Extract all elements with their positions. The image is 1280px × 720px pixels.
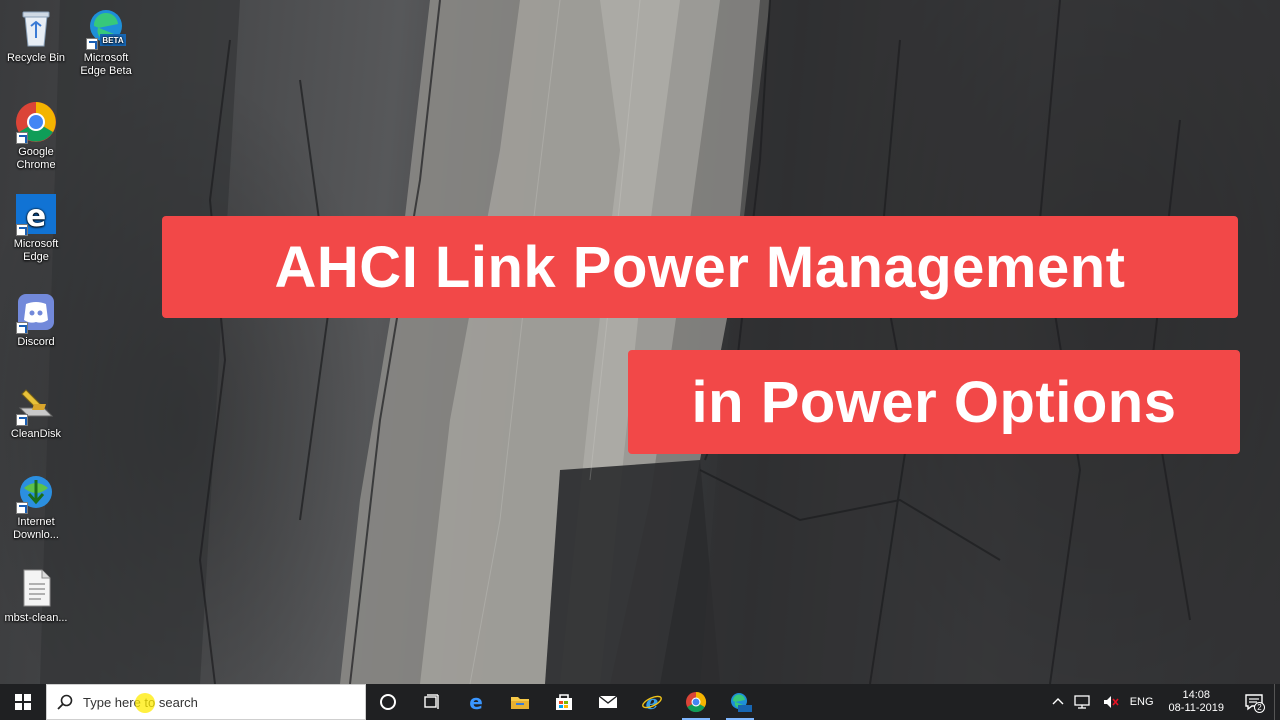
desktop-icon-microsoft-edge[interactable]: e Microsoft Edge — [0, 192, 72, 264]
cortana-button[interactable] — [366, 684, 410, 720]
title-line-1-text: AHCI Link Power Management — [274, 234, 1126, 300]
desktop-icon-label: Discord — [17, 336, 55, 348]
svg-text:e: e — [646, 691, 659, 713]
desktop-icon-label: CleanDisk — [10, 428, 62, 440]
desktop-icon-recycle-bin[interactable]: Recycle Bin — [0, 6, 72, 65]
shortcut-arrow-icon — [16, 322, 28, 334]
taskbar-search-box[interactable]: Type here to search — [46, 684, 366, 720]
desktop-icon-internet-download-manager[interactable]: Internet Downlo... — [0, 470, 72, 542]
store-icon — [556, 694, 572, 710]
volume-muted-icon — [1103, 696, 1119, 708]
desktop-icon-label: Recycle Bin — [6, 52, 66, 64]
taskbar-edge-beta-button[interactable] — [718, 684, 762, 720]
edge-icon: e — [14, 192, 58, 236]
desktop-wallpaper — [0, 0, 1280, 684]
input-language-button[interactable]: ENG — [1125, 684, 1159, 720]
desktop-icon-label: mbst-clean... — [4, 612, 68, 624]
desktop-icon-label: Microsoft Edge — [13, 238, 59, 263]
chrome-icon — [14, 100, 58, 144]
clock-date: 08-11-2019 — [1168, 702, 1224, 714]
notification-count-badge: 2 — [1254, 702, 1265, 713]
network-button[interactable] — [1069, 684, 1097, 720]
desktop-icon-label: Internet Downlo... — [13, 516, 59, 541]
cortana-circle-icon — [380, 694, 396, 710]
desktop-icon-edge-beta[interactable]: BETA Microsoft Edge Beta — [70, 6, 142, 78]
taskbar-mail-button[interactable] — [586, 684, 630, 720]
clock-time: 14:08 — [1182, 689, 1211, 701]
start-button[interactable] — [0, 684, 46, 720]
internet-explorer-icon: e — [642, 691, 662, 713]
shortcut-arrow-icon — [16, 224, 28, 236]
rock-texture — [40, 0, 1280, 684]
title-line-2-text: in Power Options — [691, 369, 1177, 435]
network-icon — [1074, 695, 1090, 709]
title-banner-line-2: in Power Options — [628, 350, 1240, 454]
desktop-icon-mbst-clean[interactable]: mbst-clean... — [0, 566, 72, 625]
language-indicator: ENG — [1129, 696, 1154, 708]
taskbar: Type here to search e — [0, 684, 1280, 720]
mail-icon — [598, 695, 618, 708]
shortcut-arrow-icon — [86, 38, 98, 50]
file-icon — [14, 566, 58, 610]
desktop-icon-cleandisk[interactable]: CleanDisk — [0, 382, 72, 441]
taskbar-chrome-button[interactable] — [674, 684, 718, 720]
edge-beta-icon — [731, 693, 752, 712]
shortcut-arrow-icon — [16, 132, 28, 144]
shortcut-arrow-icon — [16, 502, 28, 514]
beta-badge: BETA — [102, 36, 123, 45]
desktop-icon-label: Google Chrome — [16, 146, 56, 171]
desktop-icon-google-chrome[interactable]: Google Chrome — [0, 100, 72, 172]
internet-download-manager-icon — [14, 470, 58, 514]
task-view-icon — [424, 694, 439, 709]
cursor-highlight — [135, 693, 155, 713]
windows-logo-icon — [15, 694, 31, 710]
show-desktop-button[interactable] — [1274, 684, 1280, 720]
title-banner-line-1: AHCI Link Power Management — [162, 216, 1238, 318]
search-icon — [57, 694, 73, 710]
clock-button[interactable]: 14:08 08-11-2019 — [1159, 684, 1234, 720]
svg-text:e: e — [26, 199, 46, 234]
cleandisk-icon — [14, 382, 58, 426]
file-explorer-icon — [511, 697, 529, 709]
action-center-button[interactable]: 2 — [1234, 684, 1274, 720]
chrome-icon — [686, 691, 707, 713]
task-view-button[interactable] — [410, 684, 454, 720]
edge-beta-icon: BETA — [84, 6, 128, 50]
shortcut-arrow-icon — [16, 414, 28, 426]
desktop-icon-discord[interactable]: Discord — [0, 290, 72, 349]
discord-icon — [14, 290, 58, 334]
taskbar-file-explorer-button[interactable] — [498, 684, 542, 720]
taskbar-store-button[interactable] — [542, 684, 586, 720]
system-tray: ENG 14:08 08-11-2019 2 — [1047, 684, 1280, 720]
desktop-icon-label: Microsoft Edge Beta — [80, 52, 132, 77]
taskbar-edge-button[interactable]: e — [454, 684, 498, 720]
volume-button[interactable] — [1097, 684, 1125, 720]
edge-icon: e — [469, 691, 483, 713]
show-hidden-icons-button[interactable] — [1047, 684, 1069, 720]
chevron-up-icon — [1052, 698, 1064, 705]
taskbar-internet-explorer-button[interactable]: e — [630, 684, 674, 720]
recycle-bin-icon — [14, 6, 58, 50]
svg-text:e: e — [469, 691, 483, 713]
